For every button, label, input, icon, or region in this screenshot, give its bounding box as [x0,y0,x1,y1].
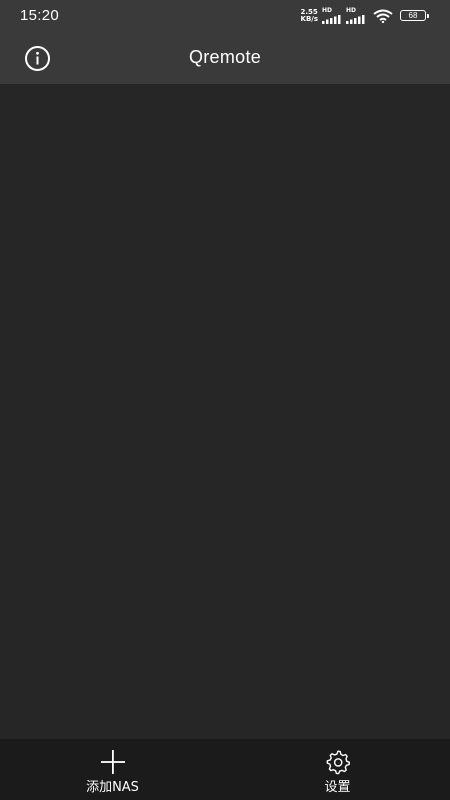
settings-button[interactable]: 设置 [225,739,450,800]
status-time: 15:20 [20,7,60,24]
add-nas-label: 添加NAS [86,780,139,795]
page-title: Qremote [188,47,262,67]
app-header: Qremote [0,31,450,84]
status-bar: 15:20 2.55 KB/s HD HD 68 [0,0,450,31]
status-icons: 2.55 KB/s HD HD 68 [300,6,429,24]
main-content [0,84,450,739]
signal-1-label: HD [322,6,333,14]
signal-2-icon [346,14,365,24]
signal-2-label: HD [346,6,357,14]
info-button[interactable] [24,45,51,72]
signal-2: HD [346,6,366,24]
signal-1-icon [322,14,341,24]
bottom-nav: 添加NAS 设置 [0,739,450,800]
info-circle-icon [25,46,50,71]
add-nas-button[interactable]: 添加NAS [0,739,225,800]
battery-indicator: 68 [400,10,429,21]
wifi-icon [373,9,393,23]
plus-icon [99,749,127,775]
settings-label: 设置 [324,780,351,795]
battery-level: 68 [408,11,418,20]
network-speed-unit: KB/s [300,14,318,23]
signal-1: HD [322,6,342,24]
network-speed: 2.55 KB/s [300,8,318,23]
gear-icon [324,749,352,775]
